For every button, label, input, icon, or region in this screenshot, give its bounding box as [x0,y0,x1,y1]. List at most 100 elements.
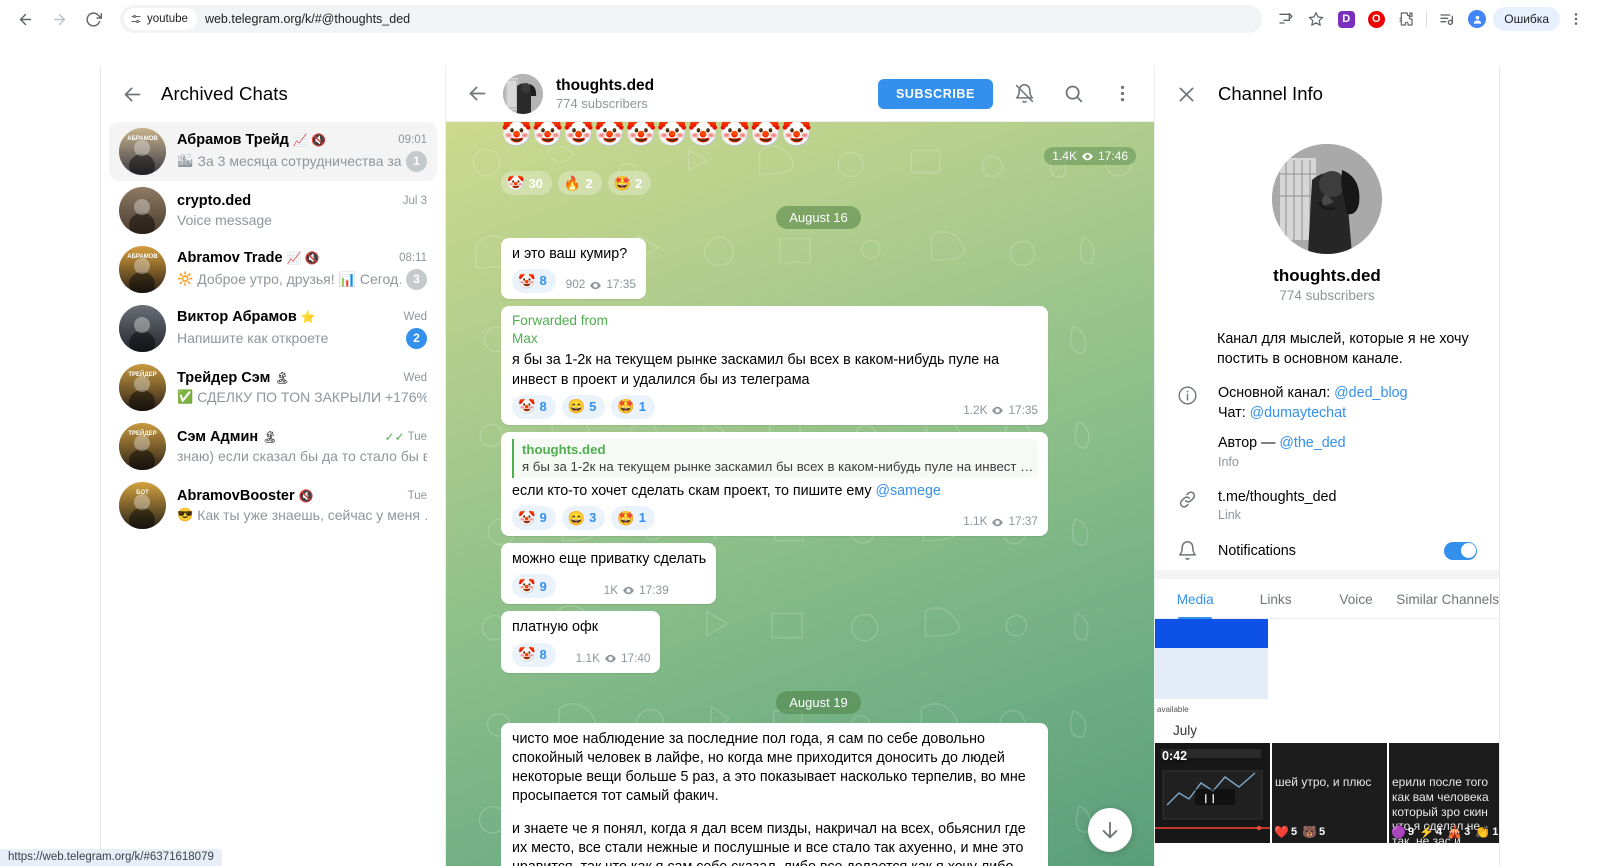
media-reactions[interactable]: 🟣 9 ⚡ 4 🎪 3 👏 1 [1391,825,1498,839]
chat-avatar[interactable] [503,73,543,114]
error-chip[interactable]: Ошибка [1493,7,1560,31]
info-tab-links[interactable]: Links [1235,579,1315,618]
extension-opera-icon[interactable]: O [1362,5,1390,33]
message-bubble[interactable]: можно еще приватку сделать 🤡 9 1K 17:39 [501,543,717,605]
subscribe-button[interactable]: SUBSCRIBE [877,78,993,109]
reaction-pill[interactable]: 😄 3 [561,506,606,531]
message-reactions[interactable]: 🤡 9 [512,574,556,599]
reaction-pill[interactable]: ⚡ 4 [1419,825,1442,839]
preview-text: За 3 месяца сотрудничества зар… [197,153,401,169]
chat-link[interactable]: @dumaytechat [1250,405,1346,421]
puzzle-icon[interactable] [1392,5,1420,33]
message-bubble[interactable]: платную офк 🤡 8 1.1K 17:40 [501,611,661,673]
reaction-pill[interactable]: 🤡 8 [512,269,556,294]
message-bubble-long[interactable]: чисто мое наблюдение за последние пол го… [501,722,1048,866]
reaction-pill[interactable]: 🤩 1 [611,506,656,531]
bell-muted-icon[interactable] [1006,76,1042,112]
media-grid[interactable]: ❙❙ 0:42 шей утро, и плюс ❤️ 5 🐻 5 ерили после т… [1155,743,1499,844]
chat-item-preview: знаю) если сказал бы да то стало бы вс… [177,448,427,464]
cast-icon[interactable] [1272,5,1300,33]
reaction-pill[interactable]: ❤️ 5 [1274,825,1297,839]
reaction-pill[interactable]: 🔥 2 [557,171,602,195]
kebab-menu-icon[interactable] [1562,5,1590,33]
notifications-toggle[interactable] [1444,541,1477,560]
scroll-to-bottom-button[interactable] [1088,808,1132,852]
media-thumbnail[interactable]: ❙❙ 0:42 [1155,743,1270,844]
channel-link-value[interactable]: t.me/thoughts_ded [1218,487,1477,508]
sidebar-back-icon[interactable] [119,81,145,107]
extension-d-icon[interactable]: D [1332,5,1360,33]
mention-link[interactable]: @samege [875,483,940,499]
message-reactions[interactable]: 🤡 8 [512,642,556,667]
chat-list-item[interactable]: ТРЕЙДЕР Сэм Админ 🏝 ✓✓ Tue знаю) если сказал … [109,417,437,476]
reaction-emoji: 👏 [1475,825,1491,840]
reaction-pill[interactable]: 🤡 30 [501,171,552,195]
reaction-pill[interactable]: 🐻 5 [1302,825,1325,839]
message-reactions[interactable]: 🤡 8 [512,269,556,294]
emoji-burst-message[interactable]: 🤡 🤡 🤡 🤡 🤡 🤡 🤡 🤡 🤡 🤡 [501,122,812,147]
burst-reactions[interactable]: 🤡 30 🔥 2 🤩 2 [501,171,1136,195]
reaction-pill[interactable]: 🎪 3 [1447,825,1470,839]
media-reactions[interactable]: ❤️ 5 🐻 5 [1274,825,1325,839]
info-tab-media[interactable]: Media [1155,579,1235,618]
avatar[interactable] [119,305,166,352]
reaction-pill[interactable]: 😄 5 [561,394,606,419]
media-thumbnail[interactable]: шей утро, и плюс ❤️ 5 🐻 5 [1272,743,1387,844]
chat-list-item[interactable]: ТРЕЙДЕР Трейдер Сэм 🏝 Wed ✅ СДЕЛКУ ПО TON ЗАК… [109,358,437,417]
chat-back-icon[interactable] [464,81,490,107]
message-bubble-forwarded[interactable]: Forwarded from Max я бы за 1-2к на текущ… [501,306,1048,425]
reaction-pill[interactable]: 🤡 9 [512,574,556,599]
chat-list-item[interactable]: АБРАМОВ Abramov Trade 📈 🔇 08:11 🔆 Доброе утро… [109,240,437,299]
chat-list-item[interactable]: Виктор Абрамов ⭐ Wed Напишите как откроете 2 [109,299,437,358]
info-row-about[interactable]: Основной канал: @ded_blog Чат: @dumaytec… [1155,374,1499,478]
message-bubble[interactable]: и это ваш кумир? 🤡 8 902 17:35 [501,238,646,300]
eye-icon [992,518,1004,527]
chat-list-item[interactable]: crypto.ded Jul 3 Voice message [109,181,437,240]
media-thumbnail[interactable]: ерили после того как вам человека которы… [1389,743,1499,844]
browser-reload-button[interactable] [78,4,108,34]
author-link[interactable]: @the_ded [1279,435,1345,451]
message-bubble-reply[interactable]: thoughts.ded я бы за 1-2к на текущем рын… [501,431,1048,537]
reaction-pill[interactable]: 🤩 2 [607,171,652,195]
forwarded-author[interactable]: Max [512,330,1038,348]
info-row-link[interactable]: t.me/thoughts_ded Link [1155,478,1499,532]
search-icon[interactable] [1055,76,1091,112]
chat-list-item[interactable]: АБРАМОВ Абрамов Трейд 📈 🔇 09:01 🏙 За 3 месяца… [109,122,437,181]
profile-avatar[interactable] [1272,144,1382,254]
reaction-pill[interactable]: 🤩 1 [611,394,656,419]
avatar[interactable]: ТРЕЙДЕР [119,423,166,470]
chrome-profile-avatar[interactable] [1463,5,1491,33]
message-meta: 902 17:35 [566,277,636,293]
avatar[interactable]: БОТ [119,482,166,529]
message-reactions[interactable]: 🤡 9 😄 3 🤩 1 [512,506,1038,531]
messages-area[interactable]: 🤡 🤡 🤡 🤡 🤡 🤡 🤡 🤡 🤡 🤡 1.4K 17:46 🤡 30 🔥 2 🤩 2 August 16 … [446,122,1154,866]
close-icon[interactable] [1173,81,1199,107]
reaction-pill[interactable]: 🤡 9 [512,506,556,531]
playlist-icon[interactable] [1433,5,1461,33]
main-channel-link[interactable]: @ded_blog [1334,385,1407,401]
reaction-pill[interactable]: 🟣 9 [1391,825,1414,839]
avatar[interactable]: ТРЕЙДЕР [119,364,166,411]
message-reactions[interactable]: 🤡 8 😄 5 🤩 1 [512,394,1038,419]
info-row-notifications[interactable]: Notifications [1155,531,1499,570]
info-scroll[interactable]: thoughts.ded 774 subscribers Канал для м… [1155,122,1499,866]
messages-scroll[interactable]: 🤡 🤡 🤡 🤡 🤡 🤡 🤡 🤡 🤡 🤡 1.4K 17:46 🤡 30 🔥 2 🤩 2 August 16 … [446,122,1154,866]
chat-list-item[interactable]: БОТ AbramovBooster 🔇 Tue 😎 Как ты уже знаешь,… [109,476,437,535]
address-bar[interactable]: youtube web.telegram.org/k/#@thoughts_de… [120,5,1263,33]
browser-back-button[interactable] [10,4,40,34]
profile-chip[interactable]: youtube [124,8,197,30]
reaction-pill[interactable]: 👏 1 [1475,825,1498,839]
info-tab-voice[interactable]: Voice [1316,579,1396,618]
avatar[interactable] [119,187,166,234]
browser-forward-button[interactable] [44,4,74,34]
chat-list[interactable]: АБРАМОВ Абрамов Трейд 📈 🔇 09:01 🏙 За 3 месяца… [101,122,445,866]
chat-menu-icon[interactable] [1104,76,1140,112]
info-tabs[interactable]: Media Links Voice Similar Channels [1155,579,1499,620]
reaction-pill[interactable]: 🤡 8 [512,394,556,419]
star-icon[interactable] [1302,5,1330,33]
reaction-pill[interactable]: 🤡 8 [512,642,556,667]
avatar[interactable]: АБРАМОВ [119,128,166,175]
info-tab-similar-channels[interactable]: Similar Channels [1396,579,1499,618]
avatar[interactable]: АБРАМОВ [119,246,166,293]
quoted-message[interactable]: thoughts.ded я бы за 1-2к на текущем рын… [512,438,1038,479]
